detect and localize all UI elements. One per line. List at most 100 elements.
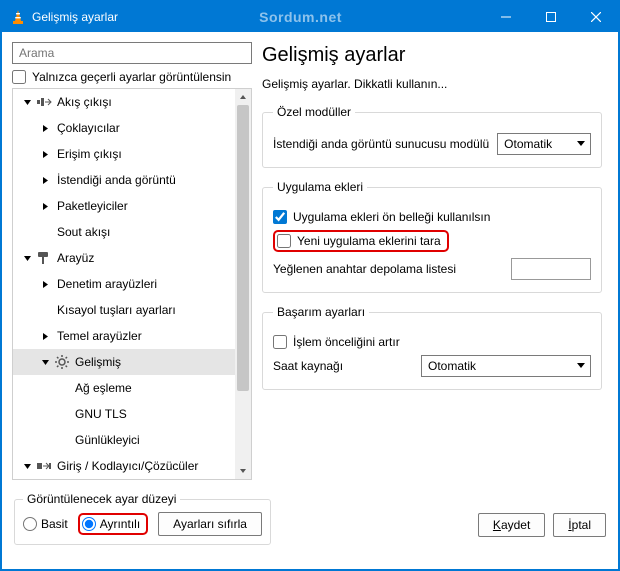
chevron-right-icon[interactable] <box>37 115 53 141</box>
twisty-none <box>55 375 71 401</box>
chevron-down-icon <box>576 363 586 369</box>
close-button[interactable] <box>573 2 618 32</box>
search-input[interactable] <box>12 42 252 64</box>
tree-item-label: Kısayol tuşları ayarları <box>57 303 176 317</box>
radio-advanced-input[interactable] <box>82 517 96 531</box>
settings-tree: Akış çıkışı Çoklayıcılar Erişim çıkışı İste… <box>12 88 252 480</box>
window-controls <box>483 2 618 32</box>
vlc-icon <box>10 9 26 25</box>
tree-item-label: Giriş / Kodlayıcı/Çözücüler <box>57 459 198 473</box>
chevron-down-icon[interactable] <box>19 453 35 479</box>
tree-item[interactable]: Ağ eşleme <box>13 375 235 401</box>
tree-item-label: Temel arayüzler <box>57 329 142 343</box>
cancel-button[interactable]: İptal <box>553 513 606 537</box>
group-modules-legend: Özel modüller <box>273 105 355 119</box>
stream-icon <box>35 94 53 110</box>
page-title: Gelişmiş ayarlar <box>262 44 602 67</box>
radio-basic-input[interactable] <box>23 517 37 531</box>
tree-item[interactable]: Temel arayüzler <box>13 323 235 349</box>
vod-module-combo[interactable]: Otomatik <box>497 133 591 155</box>
scan-plugins-highlight: Yeni uygulama eklerini tara <box>273 230 449 252</box>
chevron-right-icon[interactable] <box>37 193 53 219</box>
scroll-down-button[interactable] <box>235 463 251 479</box>
scan-plugins-label: Yeni uygulama eklerini tara <box>297 234 441 248</box>
tree-item[interactable]: Gelişmiş <box>13 349 235 375</box>
twisty-none <box>55 401 71 427</box>
tree-item-label: Akış çıkışı <box>57 95 112 109</box>
clock-label: Saat kaynağı <box>273 359 343 373</box>
scan-plugins-input[interactable] <box>277 234 291 248</box>
radio-advanced[interactable]: Ayrıntılı <box>82 517 140 531</box>
tree-item-label: Çoklayıcılar <box>57 121 120 135</box>
tree-item[interactable]: Günlükleyici <box>13 427 235 453</box>
reset-button[interactable]: Ayarları sıfırla <box>158 512 262 536</box>
group-plugins: Uygulama ekleri Uygulama ekleri ön belle… <box>262 180 602 293</box>
io-icon <box>35 458 53 474</box>
only-current-label: Yalnızca geçerli ayarlar görüntülensin <box>32 70 231 84</box>
group-plugins-legend: Uygulama ekleri <box>273 180 367 194</box>
tree-item[interactable]: Erişim çıkışı <box>13 141 235 167</box>
vod-module-label: İstendiği anda görüntü sunucusu modülü <box>273 137 489 151</box>
gear-icon <box>53 354 71 370</box>
twisty-none <box>37 219 53 245</box>
save-button[interactable]: Kaydet <box>478 513 545 537</box>
tree-item[interactable]: GNU TLS <box>13 401 235 427</box>
page-subtitle: Gelişmiş ayarlar. Dikkatli kullanın... <box>262 77 602 91</box>
plugins-cache-checkbox[interactable]: Uygulama ekleri ön belleği kullanılsın <box>273 210 591 224</box>
chevron-down-icon[interactable] <box>37 349 53 375</box>
chevron-down-icon[interactable] <box>19 245 35 271</box>
chevron-down-icon[interactable] <box>19 89 35 115</box>
view-level-group: Görüntülenecek ayar düzeyi Basit Ayrıntı… <box>14 492 271 545</box>
group-performance: Başarım ayarları İşlem önceliğini artır … <box>262 305 602 390</box>
keystore-input[interactable] <box>511 258 591 280</box>
twisty-none <box>55 427 71 453</box>
only-current-checkbox[interactable]: Yalnızca geçerli ayarlar görüntülensin <box>12 70 252 84</box>
tree-item[interactable]: Kısayol tuşları ayarları <box>13 297 235 323</box>
tree-item-label: Ağ eşleme <box>75 381 132 395</box>
minimize-button[interactable] <box>483 2 528 32</box>
chevron-right-icon[interactable] <box>37 141 53 167</box>
tree-item[interactable]: Denetim arayüzleri <box>13 271 235 297</box>
scroll-track[interactable] <box>235 105 251 463</box>
watermark-text: Sordum.net <box>118 9 483 25</box>
tree-item[interactable]: Sout akışı <box>13 219 235 245</box>
tree-item-label: Arayüz <box>57 251 94 265</box>
chevron-right-icon[interactable] <box>37 323 53 349</box>
window: Gelişmiş ayarlar Sordum.net Yalnızca geç… <box>0 0 620 571</box>
scroll-up-button[interactable] <box>235 89 251 105</box>
plugins-cache-input[interactable] <box>273 210 287 224</box>
tree-item-label: Sout akışı <box>57 225 110 239</box>
tree-item[interactable]: Paketleyiciler <box>13 193 235 219</box>
clock-combo[interactable]: Otomatik <box>421 355 591 377</box>
chevron-right-icon[interactable] <box>37 167 53 193</box>
bottom-bar: Görüntülenecek ayar düzeyi Basit Ayrıntı… <box>2 484 618 569</box>
tree-item[interactable]: Giriş / Kodlayıcı/Çözücüler <box>13 453 235 479</box>
scroll-thumb[interactable] <box>237 105 249 391</box>
maximize-button[interactable] <box>528 2 573 32</box>
tree-item-label: Paketleyiciler <box>57 199 128 213</box>
only-current-checkbox-input[interactable] <box>12 70 26 84</box>
tree-item[interactable]: Akış çıkışı <box>13 89 235 115</box>
tree-item-label: Günlükleyici <box>75 433 140 447</box>
chevron-down-icon <box>576 141 586 147</box>
group-modules: Özel modüller İstendiği anda görüntü sun… <box>262 105 602 168</box>
tree-item-label: GNU TLS <box>75 407 127 421</box>
twisty-none <box>37 297 53 323</box>
view-level-legend: Görüntülenecek ayar düzeyi <box>23 492 180 506</box>
priority-input[interactable] <box>273 335 287 349</box>
right-column: Gelişmiş ayarlar Gelişmiş ayarlar. Dikka… <box>260 42 608 480</box>
tree-item[interactable]: İstendiği anda görüntü <box>13 167 235 193</box>
radio-basic-label: Basit <box>41 517 68 531</box>
tree-item[interactable]: Arayüz <box>13 245 235 271</box>
clock-value: Otomatik <box>428 359 476 373</box>
left-column: Yalnızca geçerli ayarlar görüntülensin A… <box>12 42 252 480</box>
radio-basic[interactable]: Basit <box>23 517 68 531</box>
plugins-cache-label: Uygulama ekleri ön belleği kullanılsın <box>293 210 490 224</box>
tree-item[interactable]: Çoklayıcılar <box>13 115 235 141</box>
tree-item-label: İstendiği anda görüntü <box>57 173 176 187</box>
brush-icon <box>35 250 53 266</box>
chevron-right-icon[interactable] <box>37 271 53 297</box>
priority-checkbox[interactable]: İşlem önceliğini artır <box>273 335 591 349</box>
tree-scrollbar[interactable] <box>235 89 251 479</box>
tree-item-label: Erişim çıkışı <box>57 147 122 161</box>
